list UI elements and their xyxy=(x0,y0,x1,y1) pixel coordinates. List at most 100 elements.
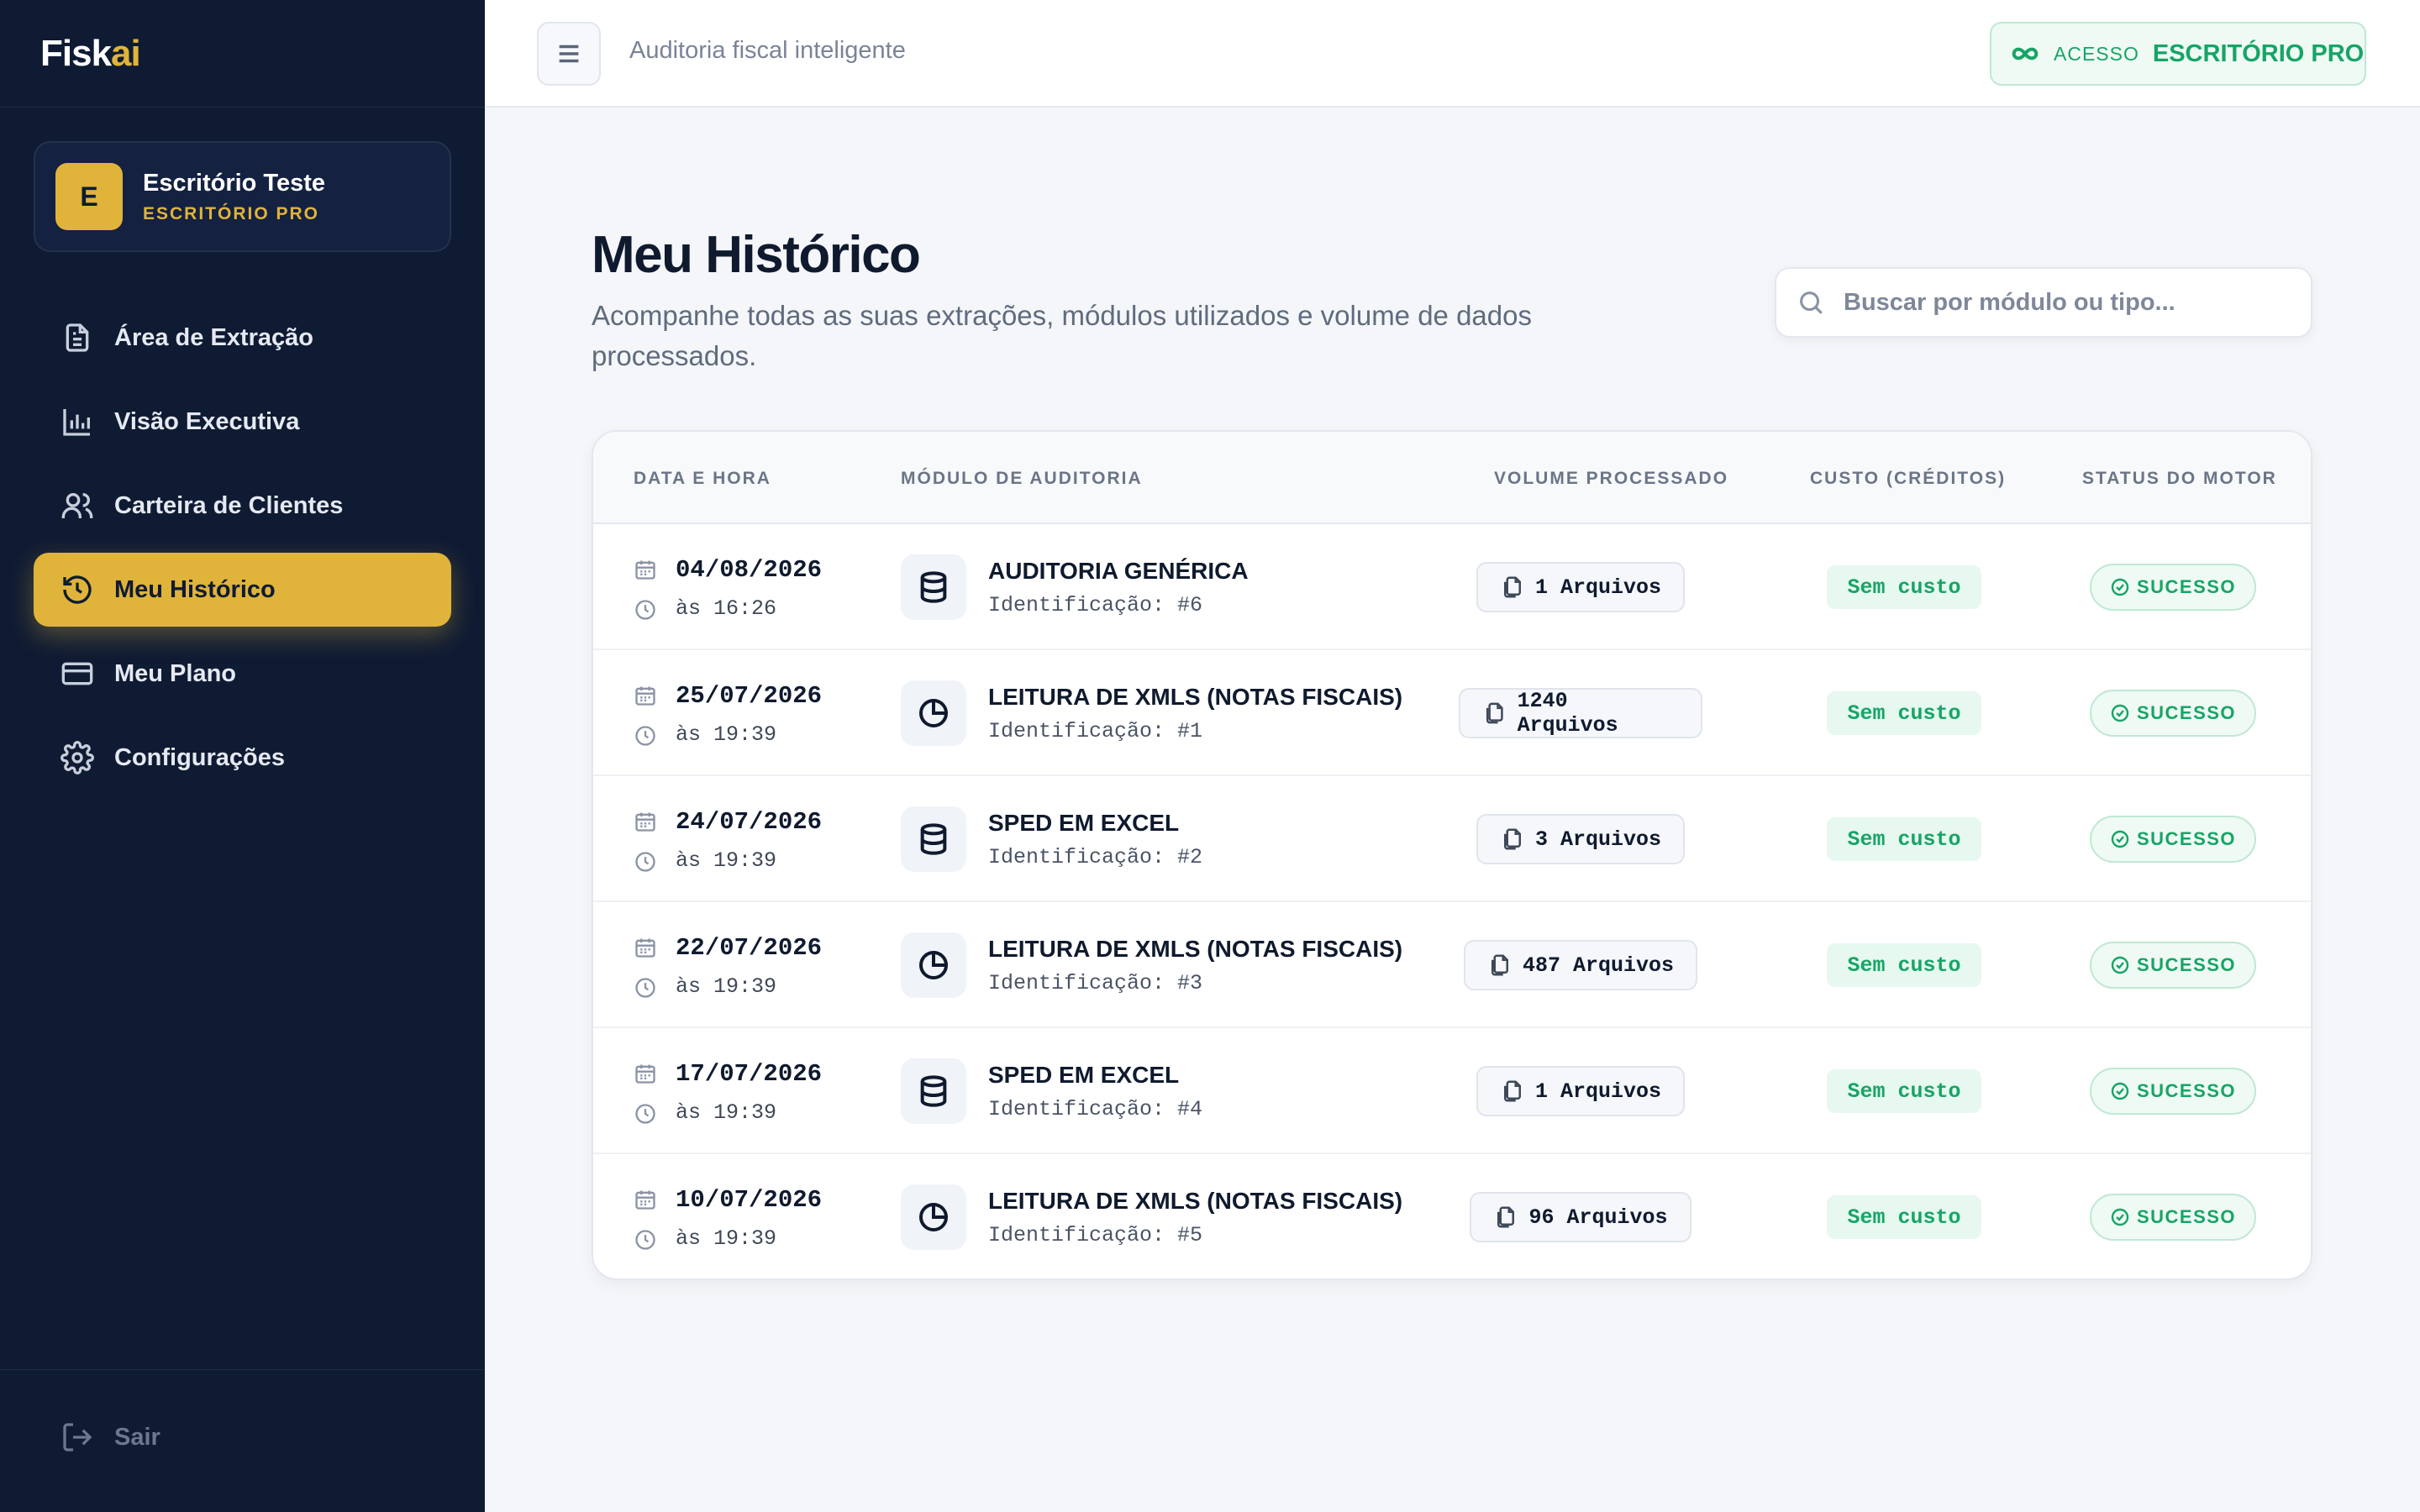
sidebar-item-label: Meu Histórico xyxy=(114,575,276,603)
sidebar-item-visao-executiva[interactable]: Visão Executiva xyxy=(34,385,451,459)
page-description: Acompanhe todas as suas extrações, módul… xyxy=(592,300,1532,371)
cost-cell: Sem custo xyxy=(1786,1028,2022,1154)
sidebar-item-configuracoes[interactable]: Configurações xyxy=(34,721,451,795)
table-row[interactable]: 04/08/2026 às 16:26 AUDITORIA GENÉRICA I… xyxy=(593,524,2311,650)
clock-icon xyxy=(635,726,655,746)
status-text: SUCESSO xyxy=(2136,702,2237,723)
files-icon xyxy=(1503,828,1521,850)
module-icon-box xyxy=(901,1184,966,1250)
logout-icon xyxy=(63,1423,92,1452)
credit-card-icon xyxy=(61,662,93,685)
cost-badge: Sem custo xyxy=(1827,565,1981,609)
status-cell: SUCESSO xyxy=(2055,650,2291,776)
status-cell: SUCESSO xyxy=(2055,1154,2291,1278)
account-text: Escritório Teste ESCRITÓRIO PRO xyxy=(143,170,325,224)
volume-badge: 1 Arquivos xyxy=(1476,562,1686,612)
files-icon xyxy=(1503,1080,1521,1102)
logo-main: Fisk xyxy=(40,32,112,74)
calendar-icon xyxy=(635,1064,655,1084)
clock-icon xyxy=(635,978,655,998)
table-header: DATA E HORA MÓDULO DE AUDITORIA VOLUME P… xyxy=(593,432,2311,524)
sidebar-item-label: Área de Extração xyxy=(114,323,313,351)
volume-badge: 487 Arquivos xyxy=(1463,940,1698,990)
cost-badge: Sem custo xyxy=(1827,691,1981,735)
history-icon xyxy=(63,575,92,604)
bar-chart-icon xyxy=(63,409,90,436)
infinity-icon xyxy=(2012,47,2039,60)
logout-label: Sair xyxy=(114,1423,160,1451)
logo-area: Fiskai xyxy=(0,0,485,108)
sidebar-item-area-de-extracao[interactable]: Área de Extração xyxy=(34,301,451,375)
check-circle-icon xyxy=(2111,830,2129,848)
table-row[interactable]: 25/07/2026 às 19:39 LEITURA DE XMLS (NOT… xyxy=(593,650,2311,776)
sidebar-item-carteira-de-clientes[interactable]: Carteira de Clientes xyxy=(34,469,451,543)
cost-cell: Sem custo xyxy=(1786,650,2022,776)
status-text: SUCESSO xyxy=(2136,576,2237,597)
cost-cell: Sem custo xyxy=(1786,1154,2022,1278)
status-badge: SUCESSO xyxy=(2089,1068,2257,1115)
access-value: ESCRITÓRIO PRO xyxy=(2152,39,2365,67)
module-icon-box xyxy=(901,932,966,998)
volume-cell: 1240 Arquivos xyxy=(1459,650,1702,776)
table-row[interactable]: 22/07/2026 às 19:39 LEITURA DE XMLS (NOT… xyxy=(593,902,2311,1028)
row-module-id: Identificação: #4 xyxy=(988,1097,1203,1121)
row-time: às 19:39 xyxy=(676,848,777,873)
cost-badge: Sem custo xyxy=(1827,817,1981,861)
access-badge[interactable]: ACESSO ESCRITÓRIO PRO xyxy=(1990,22,2366,86)
row-date: 17/07/2026 xyxy=(676,1060,823,1088)
table-row[interactable]: 24/07/2026 às 19:39 SPED EM EXCEL Identi… xyxy=(593,776,2311,902)
row-module-id: Identificação: #2 xyxy=(988,845,1203,869)
check-circle-icon xyxy=(2111,704,2129,722)
volume-text: 3 Arquivos xyxy=(1534,827,1662,852)
status-cell: SUCESSO xyxy=(2055,902,2291,1028)
sidebar-item-label: Visão Executiva xyxy=(114,407,300,435)
account-card[interactable]: E Escritório Teste ESCRITÓRIO PRO xyxy=(34,141,451,252)
calendar-icon xyxy=(635,560,655,580)
volume-badge: 1240 Arquivos xyxy=(1459,688,1702,738)
files-icon xyxy=(1503,576,1521,598)
sidebar-item-meu-historico[interactable]: Meu Histórico xyxy=(34,553,451,627)
users-icon xyxy=(61,493,93,518)
module-icon-box xyxy=(901,1058,966,1124)
row-time: às 19:39 xyxy=(676,974,777,999)
row-time: às 16:26 xyxy=(676,596,777,621)
volume-badge: 96 Arquivos xyxy=(1470,1192,1691,1242)
logout-button[interactable]: Sair xyxy=(60,1420,160,1454)
sidebar-item-label: Configurações xyxy=(114,743,286,771)
row-time: às 19:39 xyxy=(676,1226,777,1251)
search-input[interactable] xyxy=(1844,288,2297,317)
account-avatar: E xyxy=(55,163,123,230)
status-text: SUCESSO xyxy=(2136,1206,2237,1227)
cost-cell: Sem custo xyxy=(1786,524,2022,650)
row-module-name: AUDITORIA GENÉRICA xyxy=(988,558,1249,584)
volume-text: 487 Arquivos xyxy=(1522,953,1675,978)
cost-badge: Sem custo xyxy=(1827,943,1981,987)
database-icon xyxy=(920,571,947,603)
status-badge: SUCESSO xyxy=(2089,564,2257,611)
volume-text: 96 Arquivos xyxy=(1528,1205,1668,1230)
database-icon xyxy=(920,823,947,855)
pie-chart-icon xyxy=(919,1202,949,1231)
check-circle-icon xyxy=(2111,578,2129,596)
sidebar-footer: Sair xyxy=(0,1369,485,1512)
search-box xyxy=(1775,267,2312,338)
menu-toggle-button[interactable] xyxy=(537,22,601,86)
volume-text: 1 Arquivos xyxy=(1534,1079,1662,1104)
sidebar-item-meu-plano[interactable]: Meu Plano xyxy=(34,637,451,711)
clock-icon xyxy=(635,1230,655,1250)
status-text: SUCESSO xyxy=(2136,1080,2237,1101)
pie-chart-icon xyxy=(919,698,949,727)
logo[interactable]: Fiskai xyxy=(40,32,141,75)
calendar-icon xyxy=(635,938,655,958)
cost-cell: Sem custo xyxy=(1786,902,2022,1028)
row-date: 24/07/2026 xyxy=(676,808,823,836)
column-header-volume: VOLUME PROCESSADO xyxy=(1494,469,1729,488)
files-icon xyxy=(1497,1206,1515,1228)
table-row[interactable]: 10/07/2026 às 19:39 LEITURA DE XMLS (NOT… xyxy=(593,1154,2311,1278)
column-header-date: DATA E HORA xyxy=(634,469,771,488)
account-name: Escritório Teste xyxy=(143,169,326,197)
logo-accent: ai xyxy=(111,32,141,74)
sidebar: Fiskai E Escritório Teste ESCRITÓRIO PRO… xyxy=(0,0,485,1512)
table-row[interactable]: 17/07/2026 às 19:39 SPED EM EXCEL Identi… xyxy=(593,1028,2311,1154)
check-circle-icon xyxy=(2111,1208,2129,1226)
